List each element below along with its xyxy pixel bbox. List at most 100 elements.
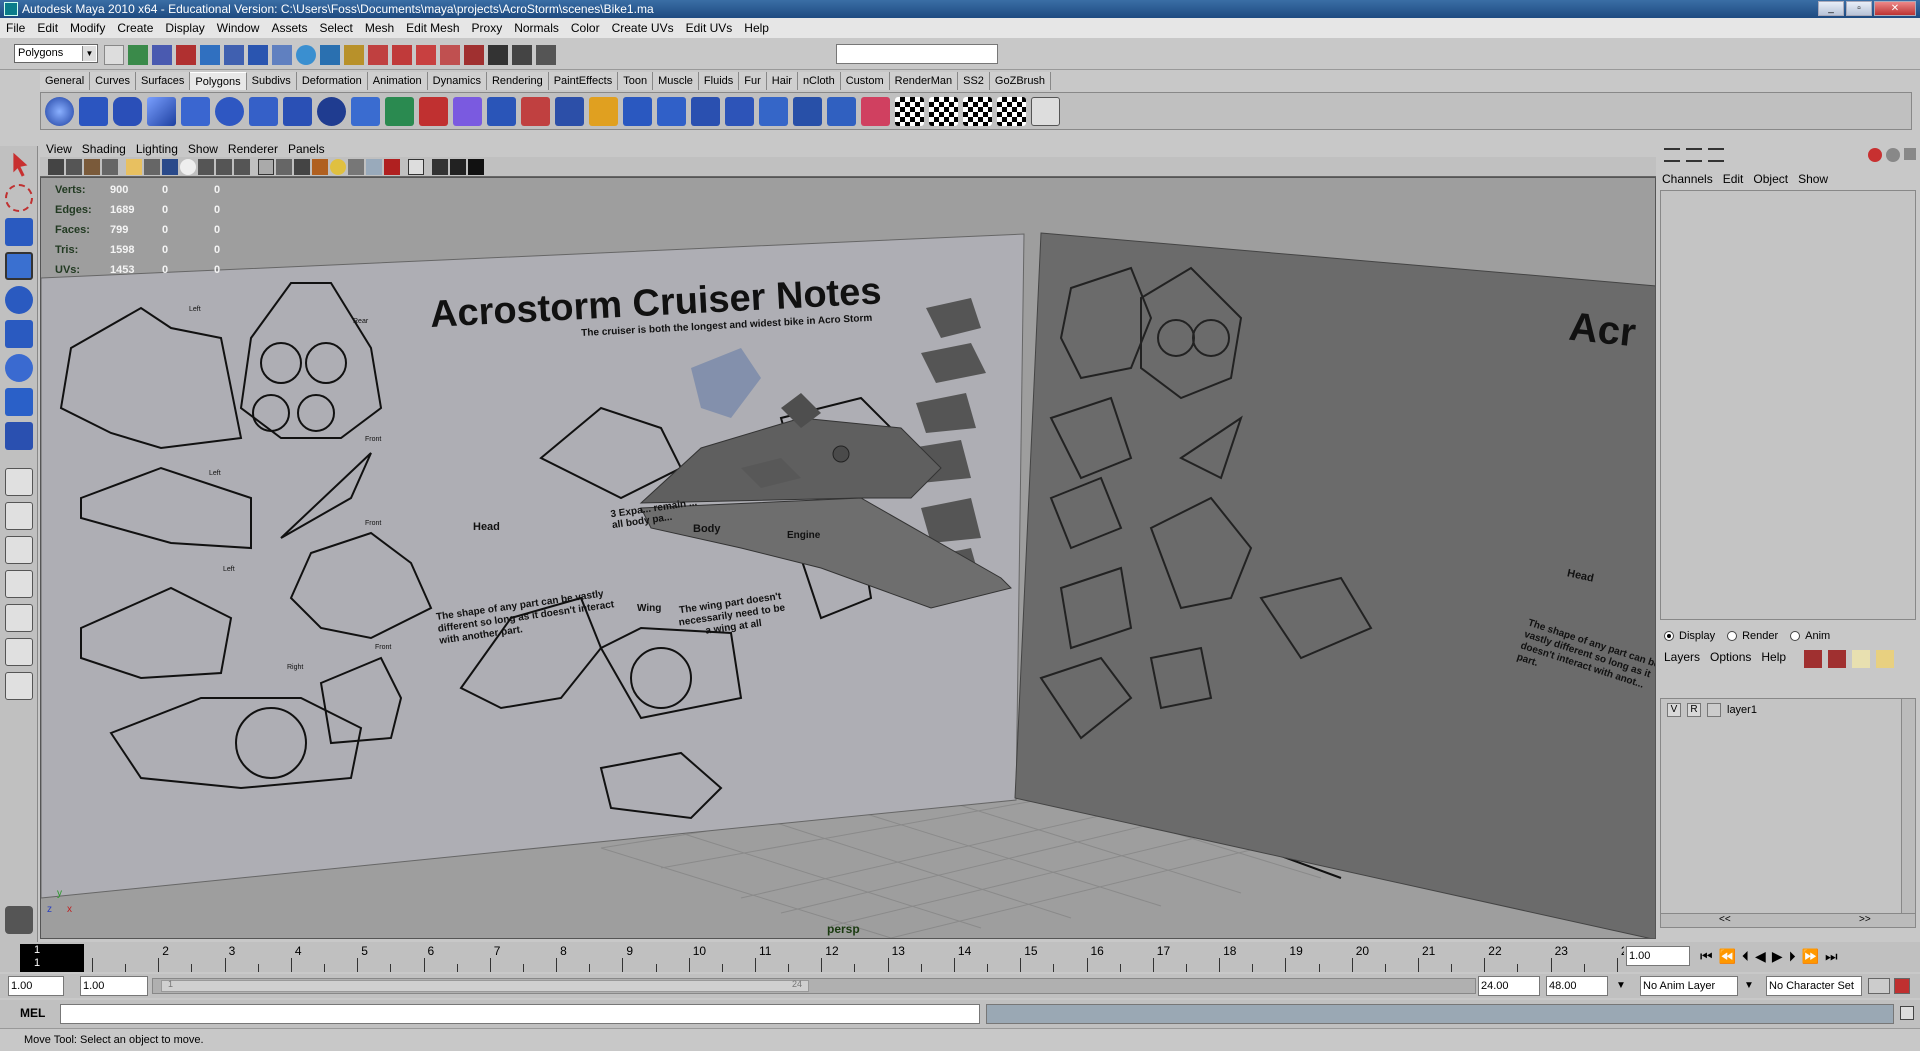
quick-selection-field[interactable] [836,44,998,64]
depth-of-field-icon[interactable] [450,159,466,175]
open-scene-icon[interactable] [128,45,148,65]
safe-title-icon[interactable] [234,159,250,175]
hypershade-layout-icon[interactable] [5,604,33,632]
select-camera-icon[interactable] [48,159,64,175]
offset-edge-loop-icon[interactable] [725,96,754,126]
menu-select[interactable]: Select [319,21,352,35]
hud-toggle-icon[interactable] [432,159,448,175]
panel-menu-show[interactable]: Show [188,142,218,156]
shelf-tab-muscle[interactable]: Muscle [653,72,699,90]
pin-icon[interactable] [1904,148,1916,160]
step-forward-frame-icon[interactable]: ⏵ [1789,948,1796,965]
spherical-map-icon[interactable] [963,96,992,126]
character-set-field[interactable]: No Character Set [1766,976,1862,996]
options-menu[interactable]: Options [1710,650,1751,664]
new-empty-layer-icon[interactable] [1852,650,1870,668]
textured-icon[interactable] [312,159,328,175]
soft-mod-icon[interactable] [5,388,33,416]
shelf-tab-gozbrush[interactable]: GoZBrush [989,72,1052,90]
wireframe-icon[interactable] [258,159,274,175]
anim-layer-radio[interactable]: Anim [1790,630,1830,642]
animation-start-field[interactable]: 1.00 [8,976,64,996]
layer-color-swatch[interactable] [1707,703,1721,717]
xray-icon[interactable] [366,159,382,175]
split-icon[interactable] [657,96,686,126]
play-backwards-icon[interactable]: ◀ [1755,948,1766,965]
menu-edit[interactable]: Edit [37,21,58,35]
perspective-viewport[interactable]: Acrostorm Cruiser Notes The cruiser is b… [40,177,1656,939]
render-settings-icon[interactable] [440,45,460,65]
menu-color[interactable]: Color [571,21,600,35]
shelf-tab-renderman[interactable]: RenderMan [889,72,959,90]
safe-action-icon[interactable] [216,159,232,175]
bookmark-icon[interactable] [84,159,100,175]
shelf-tab-dynamics[interactable]: Dynamics [427,72,487,90]
range-bar-handle[interactable]: 1 24 [161,979,809,992]
move-tool-icon[interactable] [5,252,33,280]
layers-menu[interactable]: Layers [1664,650,1700,664]
panel-menu-panels[interactable]: Panels [288,142,325,156]
shelf-tab-surfaces[interactable]: Surfaces [135,72,191,90]
sphere-icon[interactable] [1886,148,1900,162]
menu-file[interactable]: File [6,21,25,35]
menu-edit-uvs[interactable]: Edit UVs [686,21,733,35]
shelf-tab-animation[interactable]: Animation [367,72,428,90]
construction-history-icon[interactable] [368,45,388,65]
menu-help[interactable]: Help [744,21,769,35]
playback-end-field[interactable]: 24.00 [1478,976,1540,996]
lock-icon[interactable] [344,45,364,65]
poly-pipe-icon[interactable] [283,96,312,126]
append-icon[interactable] [623,96,652,126]
shelf-tab-toon[interactable]: Toon [618,72,654,90]
film-icon[interactable] [512,45,532,65]
shelf-tab-ncloth[interactable]: nCloth [797,72,841,90]
isolate-select-icon[interactable] [408,159,424,175]
shelf-tab-general[interactable]: General [40,72,91,90]
poly-cone-icon[interactable] [147,96,176,126]
paint-select-icon[interactable] [5,218,33,246]
command-language-label[interactable]: MEL [20,1006,45,1020]
panel-menu-view[interactable]: View [46,142,72,156]
time-slider[interactable]: 1 1 2 3 4 5 6 7 8 9 10 11 12 13 14 15 16 17 18 19 20 21 22 23… [0,942,1652,972]
menu-display[interactable]: Display [165,21,204,35]
step-back-key-icon[interactable]: ⏪ [1719,948,1736,965]
auto-key-icon[interactable] [1868,978,1890,994]
film-gate-icon[interactable] [144,159,160,175]
animation-prefs-icon[interactable] [1894,978,1910,994]
rotate-tool-icon[interactable] [5,286,33,314]
menu-normals[interactable]: Normals [514,21,559,35]
merge-icon[interactable] [759,96,788,126]
select-component-icon[interactable] [224,45,244,65]
panel-menu-shading[interactable]: Shading [82,142,126,156]
insert-edge-loop-icon[interactable] [691,96,720,126]
planar-map-icon[interactable] [895,96,924,126]
graph-editor-layout-icon[interactable] [5,638,33,666]
camera-attributes-icon[interactable] [66,159,82,175]
shelf-tab-hair[interactable]: Hair [766,72,798,90]
poly-plane-icon[interactable] [181,96,210,126]
snap-point-icon[interactable] [296,45,316,65]
hq-render-icon[interactable] [468,159,484,175]
display-layer-radio[interactable]: Display [1664,630,1715,642]
combine-icon[interactable] [351,96,380,126]
snap-grid-icon[interactable] [248,45,268,65]
poly-helix-icon[interactable] [317,96,346,126]
playback-start-field[interactable]: 1.00 [80,976,148,996]
render-layer-radio[interactable]: Render [1727,630,1778,642]
select-object-icon[interactable] [200,45,220,65]
new-scene-icon[interactable] [104,45,124,65]
select-hierarchy-icon[interactable] [176,45,196,65]
bridge-icon[interactable] [589,96,618,126]
layer-row[interactable]: V R layer1 [1667,703,1757,717]
field-chart-icon[interactable] [198,159,214,175]
smooth-shade-icon[interactable] [276,159,292,175]
help-icon[interactable] [320,45,340,65]
snap-curve-icon[interactable] [272,45,292,65]
menu-modify[interactable]: Modify [70,21,105,35]
layout-menu-icon[interactable] [5,672,33,700]
panel-menu-renderer[interactable]: Renderer [228,142,278,156]
anim-layer-field[interactable]: No Anim Layer [1640,976,1738,996]
step-forward-key-icon[interactable]: ⏩ [1802,948,1819,965]
panel-menu-lighting[interactable]: Lighting [136,142,178,156]
current-frame-marker[interactable]: 1 1 [20,944,84,972]
